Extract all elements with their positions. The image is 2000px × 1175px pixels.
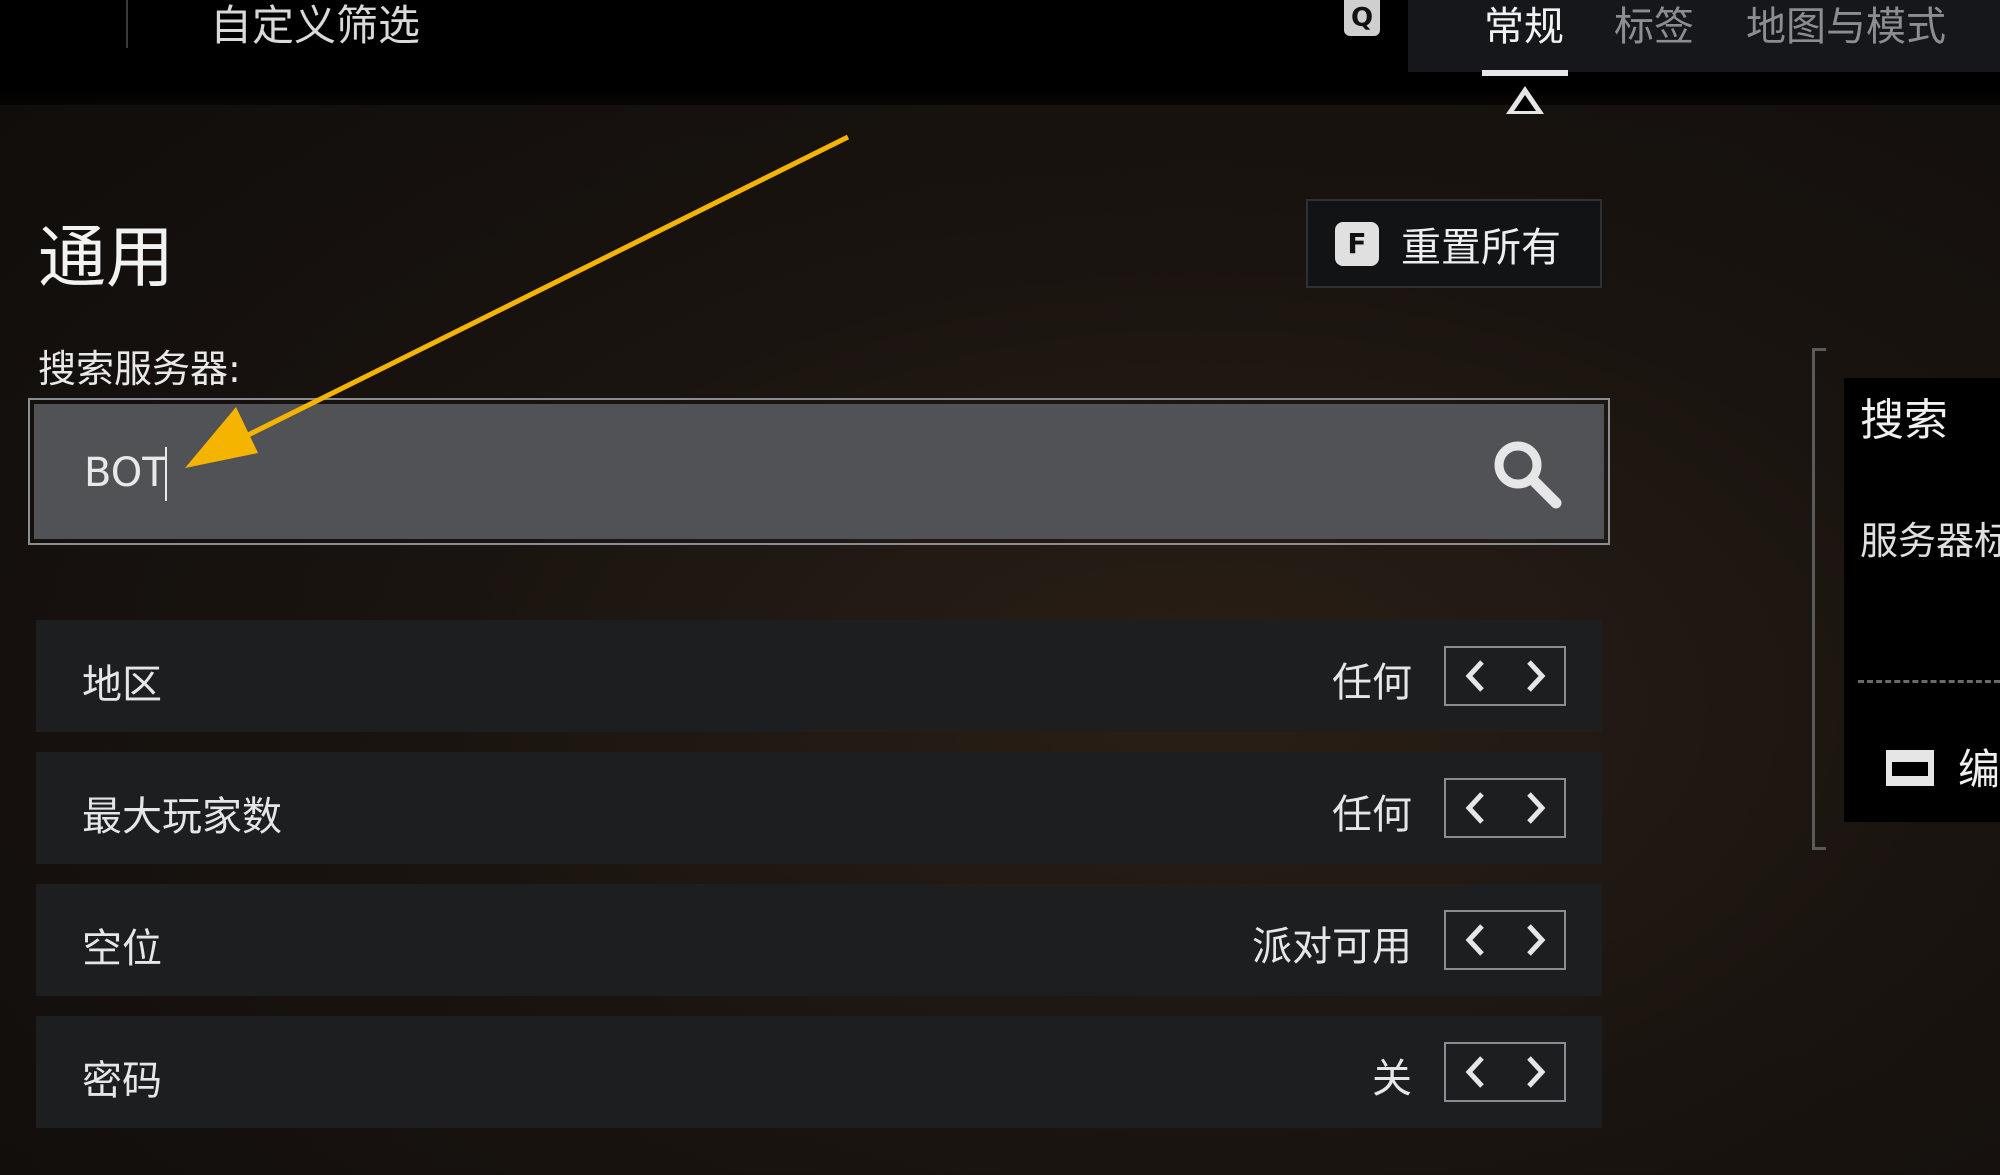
- filter-row-max-players[interactable]: 最大玩家数 任何: [36, 752, 1602, 864]
- max-players-stepper[interactable]: [1444, 778, 1566, 838]
- filter-value: 任何: [1332, 660, 1412, 706]
- chevron-left-icon[interactable]: [1461, 920, 1491, 960]
- tab-caret-icon: [1506, 86, 1544, 114]
- filter-row-region[interactable]: 地区 任何: [36, 620, 1602, 732]
- filter-value: 关: [1372, 1056, 1412, 1102]
- annotation-arrow: [185, 134, 850, 468]
- password-stepper[interactable]: [1444, 1042, 1566, 1102]
- reset-all-label: 重置所有: [1401, 224, 1561, 271]
- text-caret: [165, 447, 167, 501]
- search-icon[interactable]: [1490, 437, 1564, 511]
- tab-tags[interactable]: 标签: [1614, 0, 1694, 52]
- search-server-input[interactable]: BOT: [28, 398, 1610, 545]
- chevron-left-icon[interactable]: [1461, 1052, 1491, 1092]
- chevron-right-icon[interactable]: [1520, 656, 1550, 696]
- chevron-right-icon[interactable]: [1520, 920, 1550, 960]
- chevron-left-icon[interactable]: [1461, 788, 1491, 828]
- section-title: 通用: [38, 219, 175, 298]
- filter-value: 任何: [1332, 792, 1412, 838]
- side-panel: 搜索 服务器标 编: [1844, 378, 2000, 822]
- active-tab-underline: [1482, 70, 1568, 76]
- search-server-label: 搜索服务器:: [38, 347, 241, 391]
- page-title: 自定义筛选: [210, 1, 421, 50]
- tab-general[interactable]: 常规: [1484, 0, 1564, 52]
- side-panel-divider: [1858, 680, 2000, 683]
- filter-label: 密码: [82, 1058, 162, 1104]
- key-badge-f: F: [1335, 221, 1379, 266]
- filter-row-open-slots[interactable]: 空位 派对可用: [36, 884, 1602, 996]
- side-panel-subtitle: 服务器标: [1860, 519, 2000, 563]
- edit-icon[interactable]: [1884, 748, 1936, 788]
- open-slots-stepper[interactable]: [1444, 910, 1566, 970]
- filter-label: 最大玩家数: [82, 794, 282, 840]
- side-panel-edit-label[interactable]: 编: [1958, 736, 2000, 797]
- key-hint-q: Q: [1344, 0, 1380, 36]
- tab-maps-modes[interactable]: 地图与模式: [1746, 0, 1946, 52]
- side-panel-title: 搜索: [1860, 395, 1948, 446]
- search-input-value: BOT: [84, 450, 167, 496]
- filter-value: 派对可用: [1252, 924, 1412, 970]
- search-input-field[interactable]: BOT: [34, 404, 1604, 539]
- filter-row-password[interactable]: 密码 关: [36, 1016, 1602, 1128]
- top-divider: [126, 0, 128, 48]
- chevron-right-icon[interactable]: [1520, 788, 1550, 828]
- filter-label: 地区: [82, 662, 162, 708]
- side-panel-bracket: [1812, 348, 1826, 850]
- region-stepper[interactable]: [1444, 646, 1566, 706]
- chevron-left-icon[interactable]: [1461, 656, 1491, 696]
- reset-all-button[interactable]: F 重置所有: [1306, 199, 1602, 288]
- top-bar: 自定义筛选 Q 常规 标签 地图与模式: [0, 0, 2000, 105]
- chevron-right-icon[interactable]: [1520, 1052, 1550, 1092]
- filter-label: 空位: [82, 926, 162, 972]
